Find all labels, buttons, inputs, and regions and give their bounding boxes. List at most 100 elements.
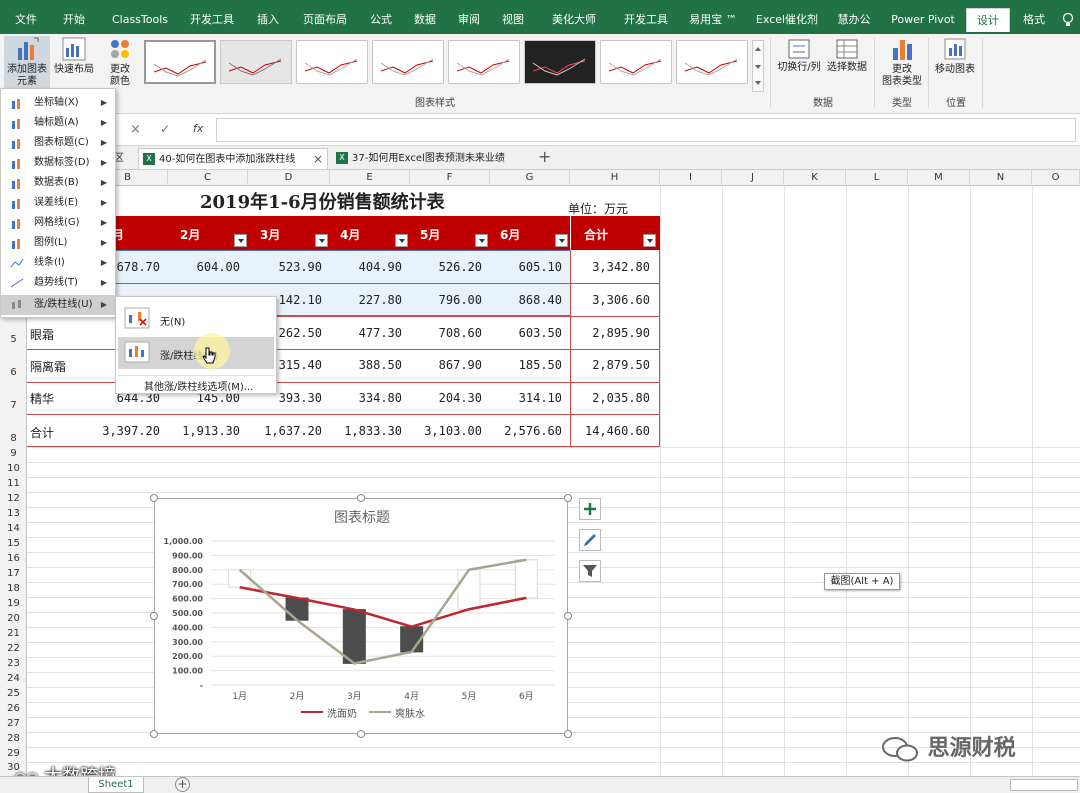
change-chart-type-button[interactable]: 更改 图表类型 — [878, 36, 926, 92]
function-icon[interactable]: fx — [193, 122, 203, 135]
row-header-17[interactable]: 17 — [0, 568, 27, 579]
chart-style-1[interactable] — [144, 40, 216, 84]
table-cell[interactable]: 404.90 — [330, 260, 402, 274]
tab-insert[interactable]: 插入 — [248, 8, 288, 32]
chart-styles-button[interactable] — [579, 529, 601, 551]
row-header-9[interactable]: 9 — [0, 448, 27, 459]
table-cell[interactable]: 3,342.80 — [570, 260, 650, 274]
tab-power-pivot[interactable]: Power Pivot — [884, 8, 962, 32]
add-chart-element-button[interactable]: 添加图表 元素 — [4, 36, 50, 92]
filter-dropdown-icon[interactable] — [395, 234, 408, 247]
table-cell[interactable]: 3,397.20 — [88, 424, 160, 438]
column-header-g[interactable]: G — [490, 170, 570, 186]
row-header-6[interactable]: 6 — [0, 367, 27, 378]
column-header-m[interactable]: M — [908, 170, 970, 186]
tab-developer-2[interactable]: 开发工具 — [616, 8, 676, 32]
chart-elements-button[interactable] — [579, 498, 601, 520]
menu-item-gridlines[interactable]: 网格线(G) ▶ — [1, 213, 115, 233]
column-header-o[interactable]: O — [1032, 170, 1080, 186]
table-cell[interactable]: 477.30 — [330, 326, 402, 340]
column-header-n[interactable]: N — [970, 170, 1032, 186]
table-cell[interactable]: 605.10 — [490, 260, 562, 274]
row-header-16[interactable]: 16 — [0, 553, 27, 564]
filter-dropdown-icon[interactable] — [315, 234, 328, 247]
tab-huibangong[interactable]: 慧办公 — [830, 8, 878, 32]
resize-handle[interactable] — [357, 494, 365, 502]
chart-style-6[interactable] — [524, 40, 596, 84]
tab-classtools[interactable]: ClassTools — [104, 8, 176, 32]
table-cell[interactable]: 708.60 — [410, 326, 482, 340]
row-header-5[interactable]: 5 — [0, 334, 27, 345]
row-header-24[interactable]: 24 — [0, 673, 27, 684]
row-header-19[interactable]: 19 — [0, 598, 27, 609]
resize-handle[interactable] — [150, 730, 158, 738]
menu-item-chart-title[interactable]: 图表标题(C) ▶ — [1, 133, 115, 153]
menu-item-data-labels[interactable]: 数据标签(D) ▶ — [1, 153, 115, 173]
tab-view[interactable]: 视图 — [494, 8, 532, 32]
table-cell[interactable]: 388.50 — [330, 358, 402, 372]
row-header-8[interactable]: 8 — [0, 433, 27, 444]
column-header-f[interactable]: F — [410, 170, 490, 186]
legend-label[interactable]: 爽肤水 — [395, 705, 425, 720]
row-header-20[interactable]: 20 — [0, 613, 27, 624]
menu-item-data-table[interactable]: 数据表(B) ▶ — [1, 173, 115, 193]
table-cell[interactable]: 314.10 — [490, 391, 562, 405]
switch-row-column-button[interactable]: 切换行/列 — [776, 38, 822, 82]
table-cell[interactable]: 185.50 — [490, 358, 562, 372]
menu-item-lines[interactable]: 线条(I) ▶ — [1, 253, 115, 273]
chart-style-4[interactable] — [372, 40, 444, 84]
row-header-27[interactable]: 27 — [0, 718, 27, 729]
add-workbook-icon[interactable]: + — [538, 147, 551, 166]
filter-dropdown-icon[interactable] — [234, 234, 247, 247]
column-header-l[interactable]: L — [846, 170, 908, 186]
sheet-tab[interactable]: Sheet1 — [88, 777, 144, 793]
table-cell[interactable]: 204.30 — [410, 391, 482, 405]
move-chart-button[interactable]: 移动图表 — [932, 36, 978, 92]
table-cell[interactable]: 1,833.30 — [330, 424, 402, 438]
workbook-tab-active[interactable]: X 40-如何在图表中添加涨跌柱线 × — [138, 148, 328, 169]
workbook-tab-2[interactable]: X 37-如何用Excel图表预测未来业绩 — [332, 148, 524, 169]
table-cell[interactable]: 1,913.30 — [168, 424, 240, 438]
menu-item-error-bars[interactable]: 误差线(E) ▶ — [1, 193, 115, 213]
table-cell[interactable]: 867.90 — [410, 358, 482, 372]
table-cell[interactable]: 227.80 — [330, 293, 402, 307]
row-header-12[interactable]: 12 — [0, 493, 27, 504]
select-data-button[interactable]: 选择数据 — [824, 38, 870, 82]
header-month-6[interactable]: 6月 — [500, 226, 520, 243]
menu-item-axes[interactable]: 坐标轴(X) ▶ — [1, 93, 115, 113]
submenu-item-none[interactable]: 无(N) — [118, 303, 274, 335]
row-label[interactable]: 眼霜 — [30, 326, 54, 343]
chart-style-7[interactable] — [600, 40, 672, 84]
close-icon[interactable]: × — [313, 149, 323, 170]
tab-excel-catalyst[interactable]: Excel催化剂 — [750, 8, 824, 32]
filter-dropdown-icon[interactable] — [475, 234, 488, 247]
row-header-26[interactable]: 26 — [0, 703, 27, 714]
filter-dropdown-icon[interactable] — [643, 234, 656, 247]
quick-layout-button[interactable]: 快速布局 — [52, 36, 96, 92]
row-label[interactable]: 精华 — [30, 390, 54, 407]
tab-review[interactable]: 审阅 — [450, 8, 488, 32]
sheet-title[interactable]: 2019年1-6月份销售额统计表 — [200, 188, 445, 214]
row-header-25[interactable]: 25 — [0, 688, 27, 699]
horizontal-scrollbar[interactable] — [1010, 779, 1078, 791]
tab-file[interactable]: 文件 — [4, 8, 48, 32]
table-cell[interactable]: 3,306.60 — [570, 293, 650, 307]
column-header-j[interactable]: J — [722, 170, 784, 186]
resize-handle[interactable] — [357, 730, 365, 738]
header-total[interactable]: 合计 — [584, 226, 608, 243]
row-header-10[interactable]: 10 — [0, 463, 27, 474]
tab-yiyongbao[interactable]: 易用宝 ™ — [682, 8, 744, 32]
resize-handle[interactable] — [150, 612, 158, 620]
tab-page-layout[interactable]: 页面布局 — [294, 8, 356, 32]
table-cell[interactable]: 526.20 — [410, 260, 482, 274]
table-cell[interactable]: 334.80 — [330, 391, 402, 405]
chart-style-2[interactable] — [220, 40, 292, 84]
resize-handle[interactable] — [564, 730, 572, 738]
header-month-3[interactable]: 3月 — [260, 226, 280, 243]
table-cell[interactable]: 523.90 — [248, 260, 322, 274]
tab-format[interactable]: 格式 — [1014, 8, 1054, 32]
table-cell[interactable]: 2,576.60 — [490, 424, 562, 438]
table-cell[interactable]: 14,460.60 — [570, 424, 650, 438]
tab-developer[interactable]: 开发工具 — [182, 8, 242, 32]
column-header-e[interactable]: E — [330, 170, 410, 186]
